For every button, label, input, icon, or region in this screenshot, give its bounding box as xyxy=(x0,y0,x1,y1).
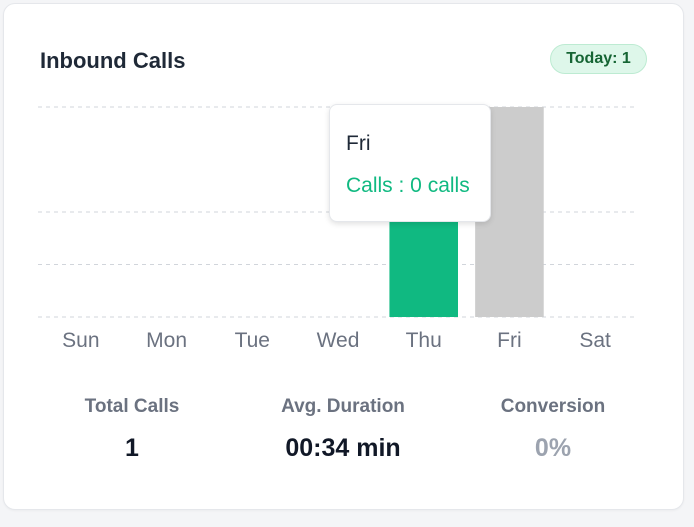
x-tick-label: Thu xyxy=(406,329,442,352)
x-tick-label: Tue xyxy=(235,329,270,352)
stat-total-calls: Total Calls 1 xyxy=(32,396,232,463)
chart-tooltip: Fri Calls : 0 calls xyxy=(329,104,491,222)
x-tick-label: Sat xyxy=(579,329,611,352)
x-tick-label: Wed xyxy=(317,329,360,352)
stat-conversion: Conversion 0% xyxy=(453,396,653,463)
stat-label: Avg. Duration xyxy=(281,396,405,417)
x-tick-label: Mon xyxy=(146,329,187,352)
stat-avg-duration: Avg. Duration 00:34 min xyxy=(243,396,443,463)
x-tick-label: Fri xyxy=(497,329,522,352)
stat-label: Conversion xyxy=(500,396,606,417)
stat-label: Total Calls xyxy=(84,396,180,417)
tooltip-value: Calls : 0 calls xyxy=(346,174,470,197)
stat-value: 1 xyxy=(125,434,139,462)
x-tick-label: Sun xyxy=(62,329,99,352)
tooltip-title: Fri xyxy=(346,132,371,155)
stat-value: 00:34 min xyxy=(285,434,401,462)
stat-value: 0% xyxy=(534,434,572,462)
